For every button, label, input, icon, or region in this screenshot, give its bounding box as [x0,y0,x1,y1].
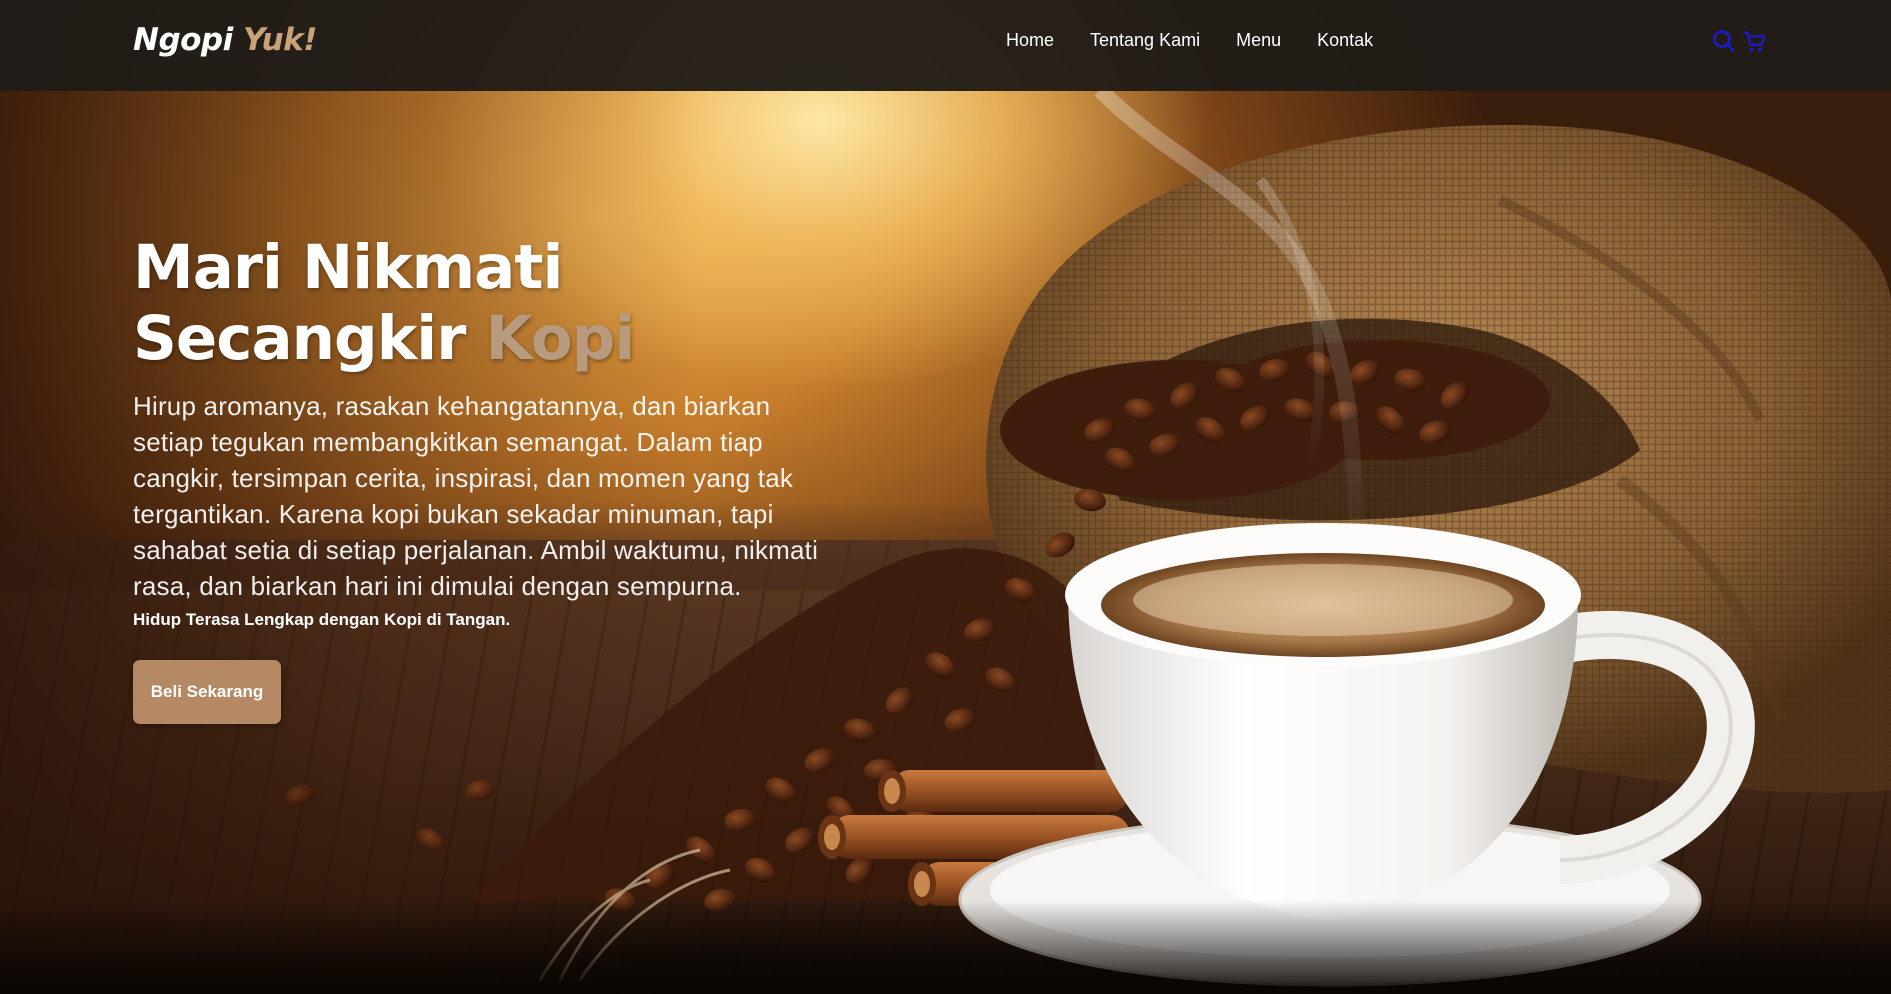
nav-links: Home Tentang Kami Menu Kontak [1006,28,1409,52]
nav-link-tentang-kami[interactable]: Tentang Kami [1090,28,1200,52]
hero-title-accent: Kopi [485,303,636,374]
navbar: Ngopi Yuk! Home Tentang Kami Menu Kontak [0,0,1891,91]
bottom-fade [0,900,1891,994]
buy-now-button[interactable]: Beli Sekarang [133,660,281,724]
hero-title-line1: Mari Nikmati [133,232,563,303]
nav-link-kontak[interactable]: Kontak [1317,28,1373,52]
hero-tagline: Hidup Terasa Lengkap dengan Kopi di Tang… [133,610,511,629]
nav-icons [1712,28,1766,54]
hero-title: Mari Nikmati Secangkir Kopi [133,232,833,374]
logo-primary: Ngopi [133,22,233,58]
nav-link-menu[interactable]: Menu [1236,28,1281,52]
hero-title-line2: Secangkir [133,303,466,374]
logo[interactable]: Ngopi Yuk! [133,22,317,58]
nav-link-home[interactable]: Home [1006,28,1054,52]
landing-page: Ngopi Yuk! Home Tentang Kami Menu Kontak… [0,0,1891,994]
logo-accent: Yuk! [243,22,317,58]
hero-content: Mari Nikmati Secangkir Kopi Hirup aroman… [133,232,833,724]
hero-description: Hirup aromanya, rasakan kehangatannya, d… [133,391,819,601]
cart-icon[interactable] [1742,28,1766,54]
search-icon[interactable] [1712,28,1736,54]
